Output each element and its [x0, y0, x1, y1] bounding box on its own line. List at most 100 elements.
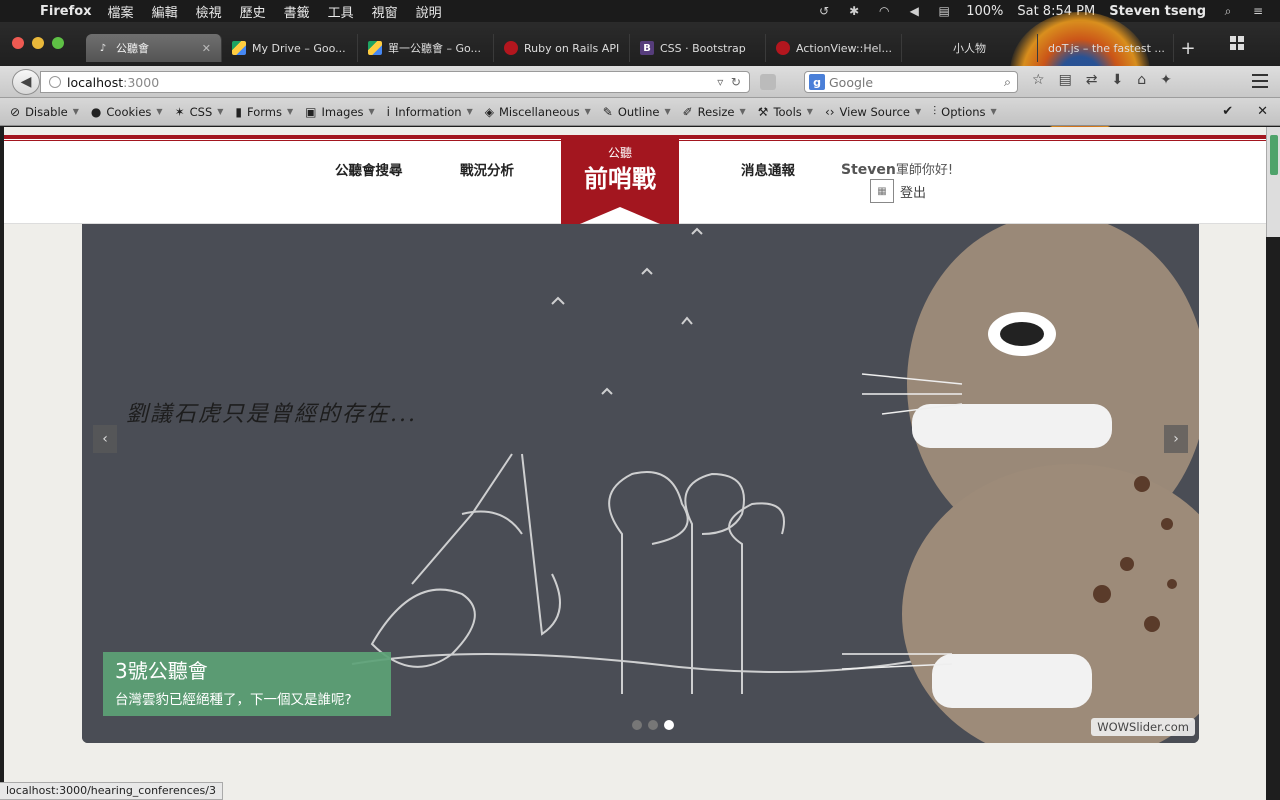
bookmarks-list-icon[interactable]: ▤: [1059, 72, 1072, 88]
ruby-icon: [504, 41, 518, 55]
menu-item-window[interactable]: 視窗: [372, 2, 398, 21]
nav-battle-analysis[interactable]: 戰況分析: [460, 159, 514, 179]
resize-icon: ✐: [682, 104, 693, 119]
tab-bootstrap[interactable]: B CSS · Bootstrap: [630, 34, 766, 62]
spotlight-icon[interactable]: ⌕: [1220, 4, 1236, 18]
devbar-label: Forms: [247, 104, 282, 119]
music-note-icon: ♪: [99, 42, 107, 54]
tab-xiaorenwu[interactable]: 小人物: [902, 34, 1038, 62]
menu-item-edit[interactable]: 編輯: [152, 2, 178, 21]
chevron-down-icon: ▼: [584, 107, 591, 116]
bluetooth-icon[interactable]: ✱: [846, 4, 862, 18]
tab-label: Ruby on Rails API: [524, 41, 620, 55]
css-wand-icon: ✶: [174, 104, 185, 119]
devbar-images[interactable]: ▣ Images ▼: [305, 105, 375, 119]
code-icon: ‹›: [824, 104, 835, 119]
tab-groups-icon[interactable]: [1230, 36, 1244, 50]
hero-slider: 劉議石虎只是曾經的存在... ‹ › 3號公聽會 台灣雲豹已經絕種了，下一個又是…: [82, 224, 1199, 743]
extension-icon[interactable]: ✦: [1160, 72, 1172, 88]
nav-news[interactable]: 消息通報: [741, 159, 795, 179]
check-icon[interactable]: ✔: [1222, 104, 1233, 119]
chevron-down-icon: ▼: [915, 107, 922, 116]
sync-icon[interactable]: ⇄: [1086, 72, 1098, 88]
devbar-disable[interactable]: ⊘ Disable ▼: [10, 105, 79, 119]
devbar-tools[interactable]: ⚒ Tools ▼: [758, 105, 813, 119]
slider-dot[interactable]: [648, 720, 658, 730]
slider-dots: [632, 720, 674, 730]
slide-caption[interactable]: 3號公聽會 台灣雲豹已經絕種了，下一個又是誰呢?: [103, 652, 391, 716]
search-placeholder: Google: [829, 74, 874, 90]
devbar-forms[interactable]: ▮ Forms ▼: [235, 105, 293, 119]
search-icon[interactable]: ⌕: [1004, 74, 1011, 90]
download-icon[interactable]: ⬇: [1112, 72, 1124, 88]
google-icon[interactable]: g: [809, 74, 825, 90]
sidebar-scroll-stub[interactable]: [1266, 127, 1280, 237]
devbar-options[interactable]: ⫶ Options ▼: [933, 104, 997, 119]
devbar-view-source[interactable]: ‹› View Source ▼: [825, 105, 921, 119]
slider-next-button[interactable]: ›: [1164, 425, 1188, 453]
cube-icon: ◈: [484, 104, 494, 119]
tab-single-hearing[interactable]: 單一公聽會 – Go...: [358, 34, 494, 62]
devbar-outline[interactable]: ✎ Outline ▼: [603, 105, 671, 119]
site-header: 公聽會搜尋 戰況分析 公聽 前哨戰 消息通報 Steven軍師你好! ▦ 登出: [4, 135, 1266, 232]
menu-item-file[interactable]: 檔案: [108, 2, 134, 21]
tab-my-drive[interactable]: My Drive – Goo...: [222, 34, 358, 62]
window-zoom-button[interactable]: [52, 37, 64, 49]
user-name[interactable]: Steven tseng: [1109, 4, 1206, 19]
tab-close-icon[interactable]: ✕: [202, 42, 211, 55]
devbar-css[interactable]: ✶ CSS ▼: [175, 105, 224, 119]
tab-label: CSS · Bootstrap: [660, 41, 746, 55]
bookmark-star-icon[interactable]: ☆: [1032, 72, 1045, 88]
menu-item-history[interactable]: 歷史: [240, 2, 266, 21]
menu-icon[interactable]: [1252, 74, 1268, 88]
menu-item-tools[interactable]: 工具: [328, 2, 354, 21]
home-icon[interactable]: ⌂: [1137, 72, 1146, 88]
devbar-information[interactable]: ⅰ Information ▼: [387, 105, 473, 119]
logout-link[interactable]: ▦ 登出: [870, 179, 926, 203]
menu-item-bookmarks[interactable]: 書籤: [284, 2, 310, 21]
back-button[interactable]: ◀: [12, 69, 40, 95]
slider-prev-button[interactable]: ‹: [93, 425, 117, 453]
google-drive-icon: [368, 41, 382, 55]
menu-item-view[interactable]: 檢視: [196, 2, 222, 21]
tab-rails-api[interactable]: Ruby on Rails API: [494, 34, 630, 62]
flag-icon[interactable]: ▤: [936, 4, 952, 18]
chevron-down-icon: ▼: [217, 107, 224, 116]
nav-hearing-search[interactable]: 公聽會搜尋: [335, 159, 403, 179]
close-icon[interactable]: ✕: [1257, 104, 1268, 119]
window-close-button[interactable]: [12, 37, 24, 49]
menu-item-help[interactable]: 說明: [416, 2, 442, 21]
devbar-label: Outline: [617, 104, 660, 119]
reload-icon[interactable]: ▿ ↻: [717, 75, 741, 89]
wifi-icon[interactable]: ◠: [876, 4, 892, 18]
new-tab-button[interactable]: +: [1174, 34, 1202, 62]
addon-icon[interactable]: [760, 74, 776, 90]
site-logo[interactable]: 公聽 前哨戰: [561, 135, 679, 232]
url-bar[interactable]: localhost:3000 ▿ ↻: [40, 71, 750, 93]
tab-actionview[interactable]: ActionView::Hel...: [766, 34, 902, 62]
greeting-name: Steven: [841, 162, 896, 178]
devbar-cookies[interactable]: ● Cookies ▼: [91, 105, 163, 119]
tab-hearing[interactable]: ♪ 公聽會 ✕: [86, 34, 222, 62]
search-bar[interactable]: g Google ⌕: [804, 71, 1018, 93]
notification-list-icon[interactable]: ≡: [1250, 4, 1266, 18]
battery-percent[interactable]: 100%: [966, 4, 1003, 19]
volume-icon[interactable]: ◀: [906, 4, 922, 18]
chevron-down-icon: ▼: [806, 107, 813, 116]
wowslider-credit[interactable]: WOWSlider.com: [1091, 718, 1195, 736]
devbar-label: Cookies: [106, 104, 152, 119]
devbar-miscellaneous[interactable]: ◈ Miscellaneous ▼: [485, 105, 591, 119]
devbar-resize[interactable]: ✐ Resize ▼: [683, 105, 746, 119]
tab-label: My Drive – Goo...: [252, 41, 346, 55]
nav-icons: ☆ ▤ ⇄ ⬇ ⌂ ✦: [1032, 72, 1172, 88]
devbar-label: Disable: [25, 104, 68, 119]
page-viewport: 公聽會搜尋 戰況分析 公聽 前哨戰 消息通報 Steven軍師你好! ▦ 登出: [4, 127, 1266, 800]
window-minimize-button[interactable]: [32, 37, 44, 49]
slider-dot[interactable]: [632, 720, 642, 730]
menu-app-name[interactable]: Firefox: [40, 4, 92, 19]
tab-dotjs[interactable]: doT.js – the fastest ...: [1038, 34, 1174, 62]
time-machine-icon[interactable]: ↺: [816, 4, 832, 18]
caption-title[interactable]: 3號公聽會: [115, 658, 379, 684]
pencil-icon: ✎: [602, 104, 613, 119]
slider-dot-active[interactable]: [664, 720, 674, 730]
